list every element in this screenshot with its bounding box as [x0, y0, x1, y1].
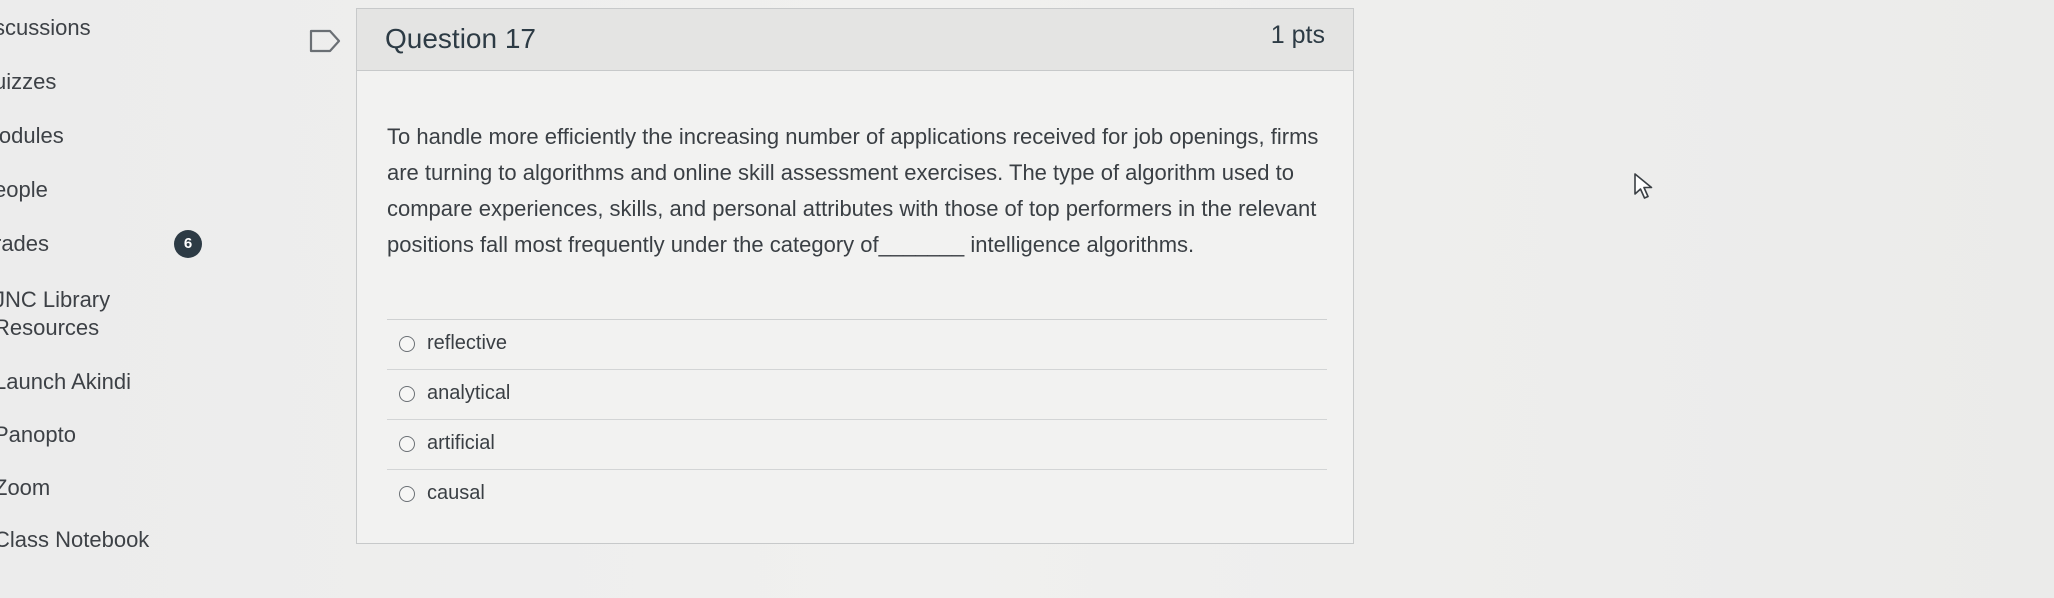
question-text: To handle more efficiently the increasin… [387, 124, 1319, 257]
answer-label: reflective [427, 332, 508, 354]
nav-item-library-line2[interactable]: Resources [0, 314, 99, 342]
answer-option-reflective[interactable]: reflective [387, 320, 1327, 370]
question-title: Question 17 [385, 23, 536, 54]
answer-option-artificial[interactable]: artificial [387, 420, 1327, 470]
nav-item-quizzes[interactable]: uizzes [0, 68, 56, 96]
question-header: Question 17 1 pts [357, 9, 1353, 71]
nav-item-people[interactable]: eople [0, 176, 48, 204]
question-card: Question 17 1 pts To handle more efficie… [356, 8, 1354, 544]
nav-item-grades[interactable]: rades [0, 230, 49, 258]
answer-option-causal[interactable]: causal [387, 470, 1327, 519]
nav-item-class-notebook[interactable]: Class Notebook [0, 526, 149, 554]
radio-button[interactable] [399, 336, 415, 352]
mouse-pointer-icon [1632, 172, 1658, 200]
nav-item-panopto[interactable]: Panopto [0, 421, 76, 449]
answer-label: analytical [427, 382, 511, 404]
nav-item-modules[interactable]: lodules [0, 122, 64, 150]
answer-list: reflective analytical artificial causal [387, 319, 1327, 519]
answer-label: artificial [427, 432, 495, 454]
nav-item-launch-akindi[interactable]: Launch Akindi [0, 368, 131, 396]
nav-item-discussions[interactable]: scussions [0, 14, 91, 42]
radio-button[interactable] [399, 386, 415, 402]
radio-button[interactable] [399, 436, 415, 452]
mouse-pointer-icon-graphic [1634, 173, 1653, 199]
flag-icon[interactable] [308, 28, 342, 54]
answer-label: causal [427, 482, 485, 504]
answer-option-analytical[interactable]: analytical [387, 370, 1327, 420]
radio-button[interactable] [399, 486, 415, 502]
grades-count-badge: 6 [174, 230, 202, 258]
question-points: 1 pts [1270, 21, 1325, 49]
nav-item-library-line1[interactable]: JNC Library [0, 286, 110, 314]
nav-item-zoom[interactable]: Zoom [0, 474, 50, 502]
course-navigation: scussions uizzes lodules eople rades 6 J… [0, 0, 204, 598]
flag-icon-graphic [309, 29, 341, 53]
